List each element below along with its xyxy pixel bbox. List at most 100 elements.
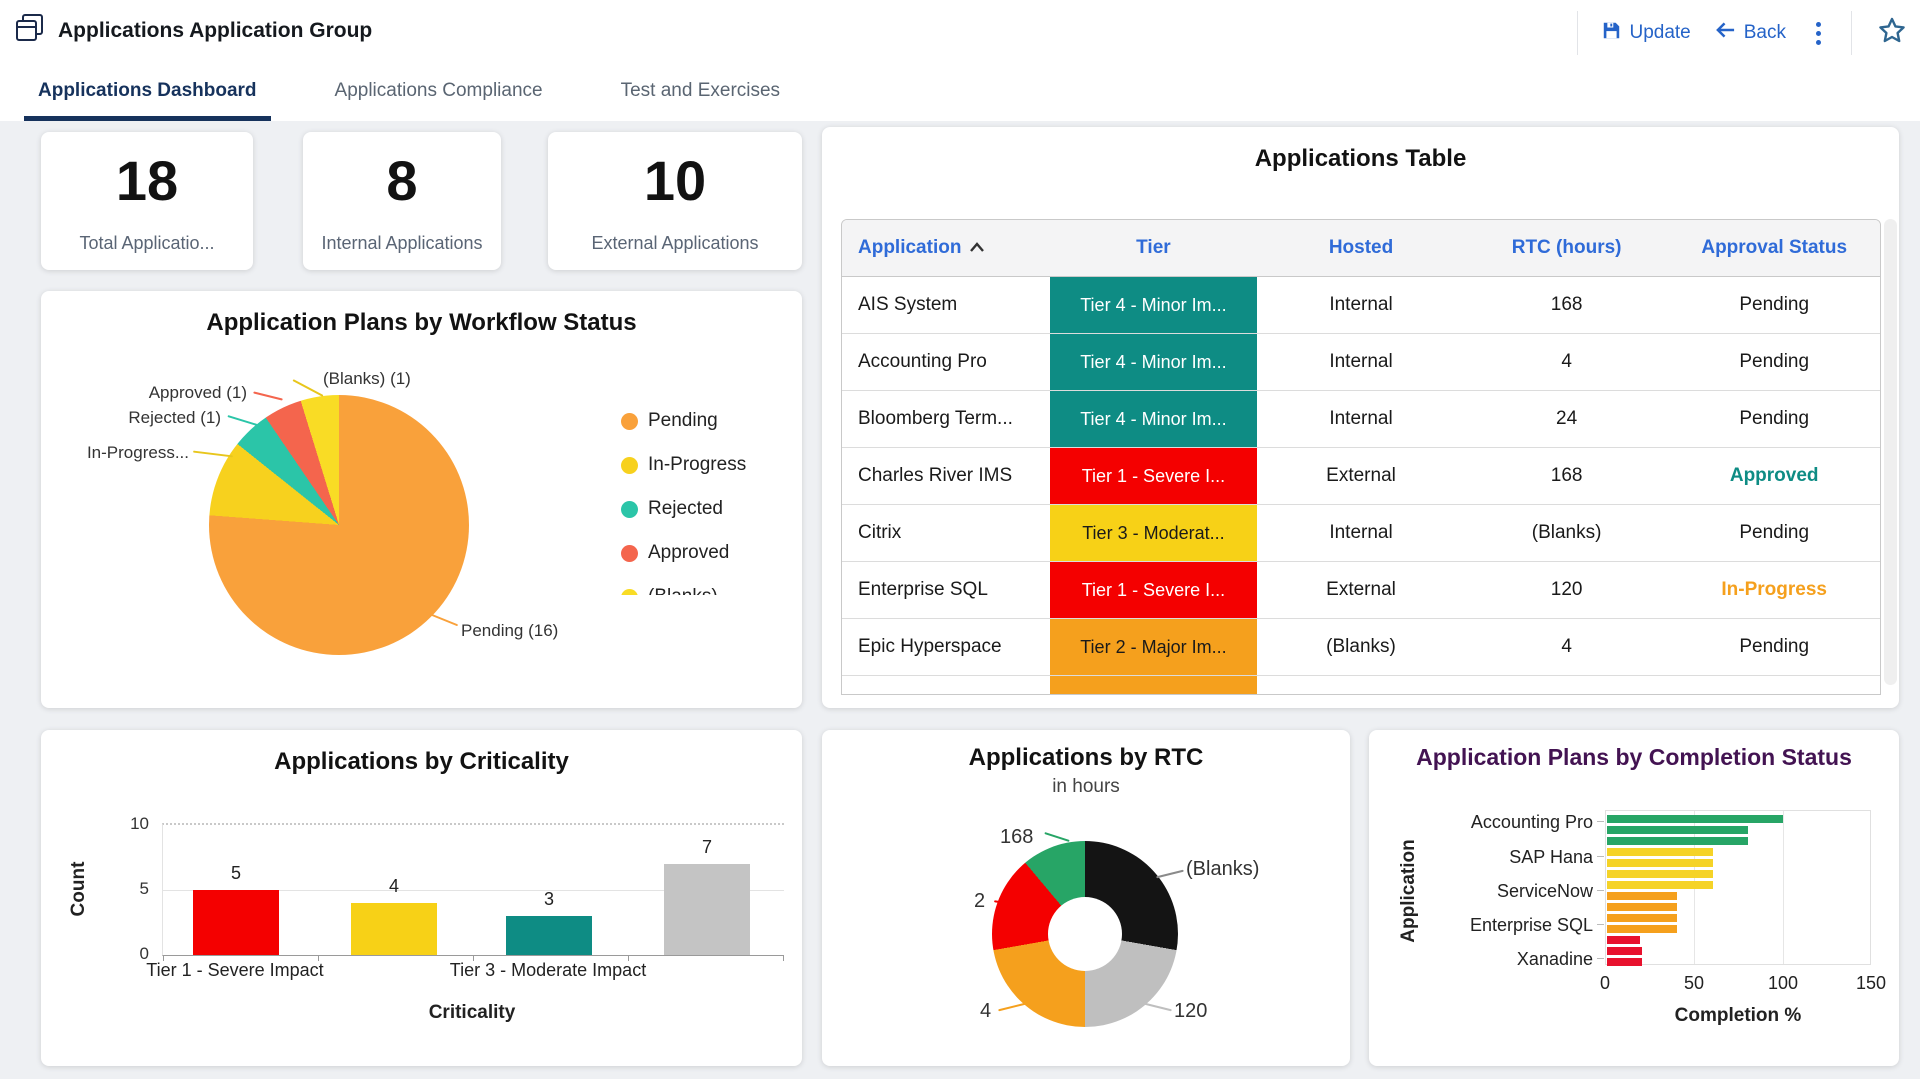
legend-item[interactable]: Pending (621, 399, 791, 443)
x-tick-label: 0 (1575, 973, 1635, 994)
table-row[interactable]: AIS SystemTier 4 - Minor Im...Internal16… (842, 277, 1880, 334)
legend-item[interactable]: In-Progress (621, 443, 791, 487)
y-category-label: SAP Hana (1403, 847, 1593, 868)
favorite-star-icon[interactable] (1876, 15, 1908, 52)
x-tick-label: 150 (1841, 973, 1901, 994)
chart-title: Application Plans by Workflow Status (41, 309, 802, 337)
x-axis-title: Criticality (372, 1002, 572, 1024)
table-row-partial[interactable] (842, 676, 1880, 695)
completion-status-card: Application Plans by Completion Status A… (1369, 730, 1899, 1066)
table-vertical-scrollbar[interactable] (1884, 219, 1897, 685)
completion-bar[interactable] (1607, 892, 1677, 900)
completion-bar[interactable] (1607, 815, 1783, 823)
cell-hosted: Internal (1257, 505, 1465, 561)
tier-chip (1050, 676, 1258, 694)
legend-swatch (621, 413, 638, 430)
cell-status: Pending (1668, 619, 1880, 675)
callout-blanks: (Blanks) (1) (323, 369, 493, 389)
cell-status: Pending (1668, 505, 1880, 561)
table-row[interactable]: Accounting ProTier 4 - Minor Im...Intern… (842, 334, 1880, 391)
x-tick-label: Tier 1 - Severe Impact (105, 960, 365, 981)
completion-bar[interactable] (1607, 848, 1713, 856)
callout-leader-line (1044, 832, 1069, 842)
kpi-value: 10 (644, 148, 706, 213)
table-row[interactable]: Epic HyperspaceTier 2 - Major Im...(Blan… (842, 619, 1880, 676)
callout-leader-line (1144, 1003, 1172, 1012)
more-options-menu-icon[interactable] (1810, 22, 1827, 45)
tab-test-and-exercises[interactable]: Test and Exercises (607, 68, 794, 121)
cell-tier: Tier 4 - Minor Im... (1050, 391, 1258, 447)
completion-bar[interactable] (1607, 826, 1748, 834)
cell-application: Accounting Pro (842, 334, 1050, 390)
kpi-label: External Applications (591, 233, 758, 254)
x-tick-label: 50 (1664, 973, 1724, 994)
back-arrow-icon (1715, 21, 1736, 45)
completion-bar[interactable] (1607, 947, 1642, 955)
completion-bar[interactable] (1607, 936, 1640, 944)
criticality-bar[interactable] (351, 903, 437, 955)
table-row[interactable]: CitrixTier 3 - Moderat...Internal(Blanks… (842, 505, 1880, 562)
kpi-value: 18 (116, 148, 178, 213)
y-tick-label: 5 (109, 879, 149, 899)
column-header-tier[interactable]: Tier (1050, 237, 1258, 259)
kpi-card-total-applications: 18 Total Applicatio... (41, 132, 253, 270)
completion-bar[interactable] (1607, 925, 1677, 933)
completion-bar[interactable] (1607, 881, 1713, 889)
x-axis-title: Completion % (1638, 1005, 1838, 1027)
update-button[interactable]: Update (1602, 21, 1690, 46)
column-header-rtc[interactable]: RTC (hours) (1465, 237, 1669, 259)
legend-label: In-Progress (648, 454, 746, 476)
completion-bar[interactable] (1607, 914, 1677, 922)
legend-swatch (621, 589, 638, 596)
criticality-bar[interactable] (506, 916, 592, 955)
legend-item[interactable]: (Blanks) (621, 575, 791, 595)
kpi-card-internal-applications: 8 Internal Applications (303, 132, 501, 270)
column-header-hosted[interactable]: Hosted (1257, 237, 1465, 259)
completion-bar[interactable] (1607, 903, 1677, 911)
legend-swatch (621, 545, 638, 562)
cell-hosted: Internal (1257, 334, 1465, 390)
header-divider (1577, 11, 1578, 55)
cell-rtc: 168 (1465, 448, 1669, 504)
cell-application: Epic Hyperspace (842, 619, 1050, 675)
legend-label: Rejected (648, 498, 723, 520)
cell-hosted: Internal (1257, 277, 1465, 333)
column-header-approval-status[interactable]: Approval Status (1668, 237, 1880, 259)
table-row[interactable]: Bloomberg Term...Tier 4 - Minor Im...Int… (842, 391, 1880, 448)
callout-leader-line (293, 379, 324, 397)
tab-applications-compliance[interactable]: Applications Compliance (321, 68, 557, 121)
legend-swatch (621, 501, 638, 518)
completion-bar[interactable] (1607, 870, 1713, 878)
legend-item[interactable]: Approved (621, 531, 791, 575)
tab-applications-dashboard[interactable]: Applications Dashboard (24, 68, 271, 121)
cell-tier (1050, 676, 1258, 694)
kpi-label: Internal Applications (321, 233, 482, 254)
tier-chip: Tier 4 - Minor Im... (1050, 391, 1258, 447)
criticality-bar[interactable] (193, 890, 279, 955)
workflow-pie[interactable] (209, 395, 469, 655)
completion-plot (1605, 810, 1871, 965)
cell-tier: Tier 1 - Severe I... (1050, 562, 1258, 618)
completion-bar[interactable] (1607, 859, 1713, 867)
legend-swatch (621, 457, 638, 474)
cell-rtc (1465, 676, 1669, 694)
cell-status: Pending (1668, 391, 1880, 447)
legend-item[interactable]: Rejected (621, 487, 791, 531)
completion-bar[interactable] (1607, 958, 1642, 966)
back-button[interactable]: Back (1715, 21, 1786, 45)
criticality-bar[interactable] (664, 864, 750, 955)
table-row[interactable]: Enterprise SQLTier 1 - Severe I...Extern… (842, 562, 1880, 619)
y-axis-tick (1597, 821, 1604, 822)
workflow-status-card: Application Plans by Workflow Status App… (41, 291, 802, 708)
bar-value-label: 7 (657, 837, 757, 858)
donut-label-4: 4 (980, 1000, 991, 1023)
y-axis-tick (1597, 924, 1604, 925)
legend-label: (Blanks) (648, 586, 718, 595)
tier-chip: Tier 1 - Severe I... (1050, 448, 1258, 504)
cell-application: Charles River IMS (842, 448, 1050, 504)
y-axis-tick (1597, 856, 1604, 857)
table-row[interactable]: Charles River IMSTier 1 - Severe I...Ext… (842, 448, 1880, 505)
completion-bar[interactable] (1607, 837, 1748, 845)
criticality-plot: 5437 (162, 823, 784, 956)
column-header-application[interactable]: Application (842, 237, 1050, 259)
